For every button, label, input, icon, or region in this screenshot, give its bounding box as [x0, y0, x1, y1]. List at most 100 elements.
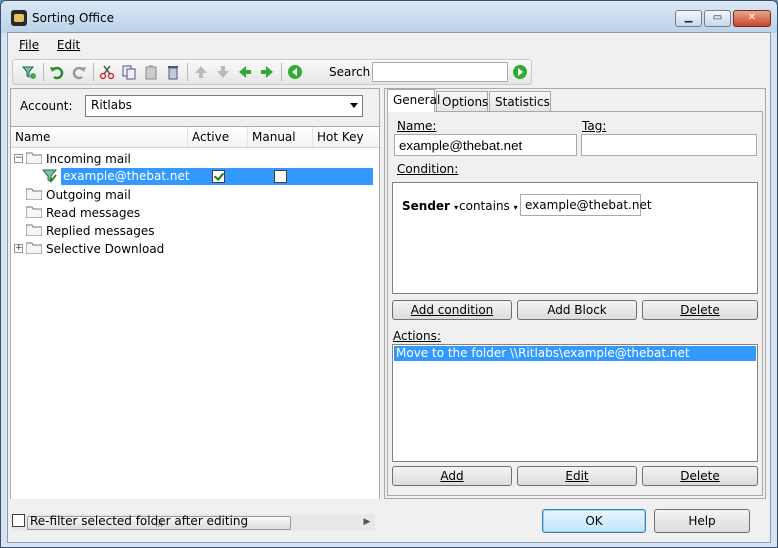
tree-item-label: Incoming mail	[46, 152, 131, 166]
tree-item-read-messages[interactable]: Read messages	[11, 204, 379, 222]
column-manual[interactable]: Manual	[252, 130, 296, 144]
actions-list[interactable]: Move to the folder \\Ritlabs\example@the…	[392, 344, 758, 462]
condition-label: Condition:	[397, 162, 459, 176]
tree-item-selective-download[interactable]: + Selective Download	[11, 240, 379, 258]
tree-item-label: Read messages	[46, 206, 141, 220]
manual-checkbox[interactable]	[274, 170, 287, 183]
chevron-down-icon: ▾	[454, 203, 459, 212]
edit-action-button[interactable]: Edit	[517, 466, 637, 486]
folder-icon	[26, 188, 42, 200]
delete-condition-button[interactable]: Delete	[642, 300, 758, 320]
tree-item-label: Selective Download	[46, 242, 165, 256]
button-label: Delete	[680, 303, 720, 317]
tab-general[interactable]: General	[387, 89, 440, 112]
tree-item-incoming-mail[interactable]: − Incoming mail	[11, 150, 379, 168]
collapse-icon[interactable]: −	[14, 154, 23, 163]
delete-action-button[interactable]: Delete	[642, 466, 758, 486]
chevron-down-icon	[350, 103, 358, 108]
minimize-icon: ▁	[684, 12, 693, 23]
tab-statistics[interactable]: Statistics	[489, 91, 551, 111]
maximize-button[interactable]: ▭	[704, 10, 731, 27]
search-input[interactable]	[372, 62, 508, 82]
tree-item-filter-example[interactable]: example@thebat.net	[11, 168, 379, 186]
menu-file[interactable]: File	[12, 35, 46, 55]
account-label-text: Account:	[20, 99, 73, 113]
folder-open-icon	[26, 152, 42, 164]
folder-icon	[26, 206, 42, 218]
maximize-icon: ▭	[712, 12, 723, 23]
undo-icon[interactable]	[49, 64, 65, 80]
window-title: Sorting Office	[32, 11, 114, 25]
filter-tree-panel: Account: Ritlabs Name Active Manual Hot …	[10, 88, 380, 531]
chevron-down-icon: ▾	[513, 203, 518, 212]
add-action-button[interactable]: Add	[392, 466, 512, 486]
move-down-icon[interactable]	[215, 64, 231, 80]
copy-icon[interactable]	[121, 64, 137, 80]
condition-field: Sender	[402, 199, 450, 213]
search-prev-icon[interactable]	[287, 64, 303, 80]
account-label: Account:	[20, 99, 73, 113]
paste-icon[interactable]	[143, 64, 159, 80]
close-button[interactable]: ✕	[733, 10, 771, 27]
filter-funnel-icon	[42, 169, 58, 183]
move-up-icon[interactable]	[193, 64, 209, 80]
general-tab-content: Name: Tag: Condition: Sender ▾ contains …	[387, 111, 763, 496]
active-checkbox[interactable]	[212, 170, 225, 183]
ok-button[interactable]: OK	[542, 509, 646, 533]
help-button[interactable]: Help	[654, 509, 750, 533]
delete-icon[interactable]	[165, 64, 181, 80]
column-hot-key[interactable]: Hot Key	[317, 130, 364, 144]
title-bar[interactable]: Sorting Office ▁ ▭ ✕	[1, 1, 777, 33]
column-active[interactable]: Active	[192, 130, 229, 144]
menu-edit[interactable]: Edit	[50, 35, 87, 55]
new-filter-icon[interactable]	[21, 64, 37, 80]
scroll-right-icon[interactable]: ▶	[359, 514, 375, 531]
button-label: Add Block	[547, 303, 607, 317]
minimize-button[interactable]: ▁	[675, 10, 702, 27]
add-condition-button[interactable]: Add condition	[392, 300, 512, 320]
move-right-icon[interactable]	[259, 64, 275, 80]
tree-item-outgoing-mail[interactable]: Outgoing mail	[11, 186, 379, 204]
redo-icon[interactable]	[71, 64, 87, 80]
condition-value-input[interactable]: example@thebat.net	[520, 194, 652, 216]
cut-icon[interactable]	[99, 64, 115, 80]
refilter-checkbox[interactable]	[12, 514, 25, 527]
name-label: Name:	[397, 119, 437, 133]
search-go-icon[interactable]	[512, 64, 528, 80]
sorting-office-window: Sorting Office ▁ ▭ ✕ File Edit Search Ac…	[0, 0, 778, 548]
tab-options[interactable]: Options	[436, 91, 488, 111]
tree-header: Name Active Manual Hot Key	[11, 127, 379, 148]
account-select[interactable]: Ritlabs	[85, 95, 363, 117]
button-label: Help	[688, 514, 716, 528]
tree-item-label: Replied messages	[46, 224, 155, 238]
condition-operator: contains	[459, 199, 510, 213]
dialog-client: File Edit Search Account: Ritlabs Name A…	[7, 32, 771, 543]
filter-properties-panel: General Options Statistics Name: Tag: Co…	[384, 88, 766, 499]
button-label: Add	[440, 469, 464, 483]
condition-editor[interactable]: Sender ▾ contains ▾ example@thebat.net	[392, 182, 758, 294]
menu-bar: File Edit	[12, 35, 87, 57]
button-label: Add condition	[410, 303, 494, 317]
condition-operator-dropdown[interactable]: contains ▾	[459, 199, 518, 213]
tree-item-label: example@thebat.net	[61, 169, 192, 183]
actions-label: Actions:	[393, 329, 441, 343]
name-input[interactable]	[394, 134, 577, 156]
refilter-label: Re-filter selected folder after editing	[30, 514, 249, 528]
add-block-button[interactable]: Add Block	[517, 300, 637, 320]
action-item[interactable]: Move to the folder \\Ritlabs\example@the…	[394, 346, 756, 361]
search-label: Search	[329, 65, 371, 79]
tag-input[interactable]	[581, 134, 757, 156]
move-left-icon[interactable]	[237, 64, 253, 80]
folder-icon	[26, 242, 42, 254]
condition-field-dropdown[interactable]: Sender ▾	[402, 199, 458, 213]
button-label: Delete	[680, 469, 720, 483]
expand-icon[interactable]: +	[14, 244, 23, 253]
filter-tree[interactable]: Name Active Manual Hot Key − Incoming ma…	[11, 126, 379, 499]
button-label: OK	[585, 514, 603, 528]
tree-item-replied-messages[interactable]: Replied messages	[11, 222, 379, 240]
tag-label: Tag:	[582, 119, 607, 133]
button-label: Edit	[565, 469, 589, 483]
tree-item-label: Outgoing mail	[46, 188, 131, 202]
bat-app-icon	[11, 10, 27, 26]
column-name[interactable]: Name	[15, 130, 50, 144]
